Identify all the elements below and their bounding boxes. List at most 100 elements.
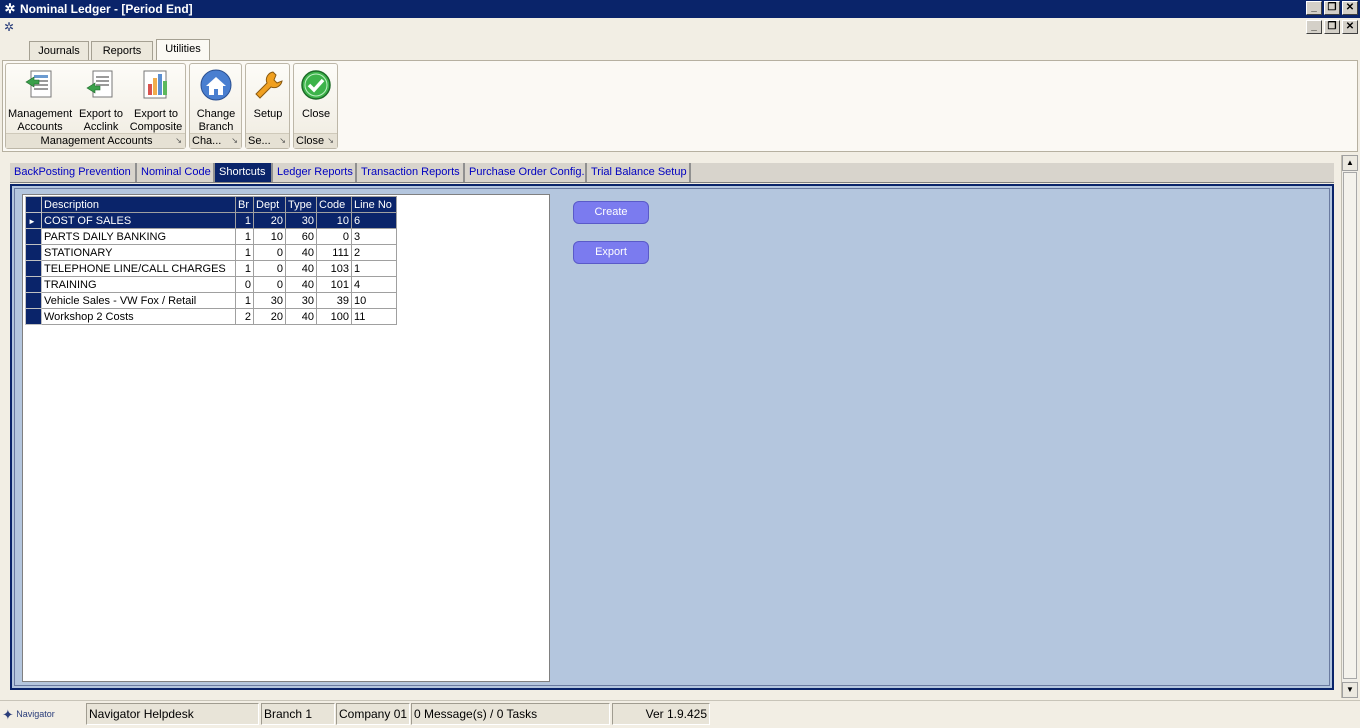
cell-code[interactable]: 103 [316,260,352,277]
scroll-up-icon[interactable]: ▲ [1342,155,1358,171]
group-change-branch: Change Branch Cha... ↘ [189,63,242,149]
table-row[interactable]: ► COST OF SALES 1 20 30 10 6 [25,212,397,229]
cell-dept[interactable]: 0 [253,276,286,293]
cell-br[interactable]: 1 [235,212,254,229]
minimize-icon[interactable]: _ [1306,1,1322,15]
cell-dept[interactable]: 20 [253,212,286,229]
row-indicator[interactable] [25,244,42,261]
cell-dept[interactable]: 0 [253,244,286,261]
cell-code[interactable]: 0 [316,228,352,245]
cell-type[interactable]: 40 [285,244,317,261]
cell-line-no[interactable]: 6 [351,212,397,229]
dialog-launcher-icon[interactable]: ↘ [175,134,182,148]
col-code[interactable]: Code [316,196,352,213]
row-indicator[interactable] [25,260,42,277]
change-branch-button[interactable]: Change Branch [191,66,241,133]
row-indicator[interactable] [25,292,42,309]
close-icon[interactable]: ✕ [1342,1,1358,15]
row-indicator[interactable] [25,308,42,325]
cell-code[interactable]: 111 [316,244,352,261]
ribbon-tabs: Journals Reports Utilities [0,38,1360,60]
scroll-down-icon[interactable]: ▼ [1342,682,1358,698]
mdi-minimize-icon[interactable]: _ [1306,20,1322,34]
table-row[interactable]: Workshop 2 Costs 2 20 40 100 11 [25,308,397,325]
cell-description[interactable]: Workshop 2 Costs [41,308,236,325]
create-button[interactable]: Create [573,201,649,224]
col-dept[interactable]: Dept [253,196,286,213]
cell-dept[interactable]: 0 [253,260,286,277]
tab-trial-balance-setup[interactable]: Trial Balance Setup [587,163,691,182]
ribbon-tab-reports[interactable]: Reports [91,41,153,60]
cell-code[interactable]: 101 [316,276,352,293]
cell-type[interactable]: 40 [285,308,317,325]
row-indicator[interactable] [25,276,42,293]
cell-description[interactable]: TELEPHONE LINE/CALL CHARGES [41,260,236,277]
col-description[interactable]: Description [41,196,236,213]
cell-code[interactable]: 100 [316,308,352,325]
tab-transaction-reports[interactable]: Transaction Reports [357,163,465,182]
ribbon-tab-journals[interactable]: Journals [29,41,89,60]
row-indicator[interactable] [25,228,42,245]
cell-dept[interactable]: 30 [253,292,286,309]
export-composite-button[interactable]: Export to Composite [128,66,184,133]
cell-line-no[interactable]: 1 [351,260,397,277]
mdi-restore-icon[interactable]: ❐ [1324,20,1340,34]
table-row[interactable]: TELEPHONE LINE/CALL CHARGES 1 0 40 103 1 [25,260,397,277]
cell-br[interactable]: 1 [235,228,254,245]
cell-dept[interactable]: 20 [253,308,286,325]
row-indicator[interactable]: ► [25,212,42,229]
cell-line-no[interactable]: 4 [351,276,397,293]
cell-br[interactable]: 0 [235,276,254,293]
cell-code[interactable]: 39 [316,292,352,309]
cell-type[interactable]: 30 [285,212,317,229]
table-row[interactable]: TRAINING 0 0 40 101 4 [25,276,397,293]
dialog-launcher-icon[interactable]: ↘ [327,134,334,148]
inner-tab-strip: BackPosting Prevention Nominal Code Shor… [10,163,1334,183]
cell-line-no[interactable]: 11 [351,308,397,325]
table-row[interactable]: STATIONARY 1 0 40 111 2 [25,244,397,261]
dialog-launcher-icon[interactable]: ↘ [231,134,238,148]
table-row[interactable]: PARTS DAILY BANKING 1 10 60 0 3 [25,228,397,245]
tab-nominal-code[interactable]: Nominal Code [137,163,215,182]
dialog-launcher-icon[interactable]: ↘ [279,134,286,148]
mdi-close-icon[interactable]: ✕ [1342,20,1358,34]
cell-description[interactable]: PARTS DAILY BANKING [41,228,236,245]
cell-line-no[interactable]: 10 [351,292,397,309]
cell-description[interactable]: COST OF SALES [41,212,236,229]
col-type[interactable]: Type [285,196,317,213]
col-br[interactable]: Br [235,196,254,213]
scroll-thumb[interactable] [1343,172,1357,679]
cell-type[interactable]: 40 [285,260,317,277]
cell-type[interactable]: 40 [285,276,317,293]
tab-purchase-order-config[interactable]: Purchase Order Config. [465,163,587,182]
ribbon-tab-utilities[interactable]: Utilities [156,39,210,60]
tab-shortcuts[interactable]: Shortcuts [215,163,273,182]
cell-br[interactable]: 1 [235,244,254,261]
management-accounts-button[interactable]: Management Accounts [8,66,72,133]
cell-line-no[interactable]: 3 [351,228,397,245]
export-acclink-button[interactable]: Export to Acclink [74,66,128,133]
cell-description[interactable]: STATIONARY [41,244,236,261]
mdi-app-icon[interactable]: ✲ [4,20,18,34]
cell-br[interactable]: 1 [235,260,254,277]
setup-button[interactable]: Setup [247,66,289,132]
cell-code[interactable]: 10 [316,212,352,229]
tab-ledger-reports[interactable]: Ledger Reports [273,163,357,182]
cell-type[interactable]: 30 [285,292,317,309]
status-messages[interactable]: 0 Message(s) / 0 Tasks [411,703,610,725]
cell-br[interactable]: 2 [235,308,254,325]
close-button[interactable]: Close [295,66,337,132]
shortcuts-grid[interactable]: Description Br Dept Type Code Line No ► … [22,194,550,682]
export-button[interactable]: Export [573,241,649,264]
cell-type[interactable]: 60 [285,228,317,245]
col-line-no[interactable]: Line No [351,196,397,213]
restore-icon[interactable]: ❐ [1324,1,1340,15]
cell-description[interactable]: Vehicle Sales - VW Fox / Retail [41,292,236,309]
tab-backposting-prevention[interactable]: BackPosting Prevention [10,163,137,182]
cell-description[interactable]: TRAINING [41,276,236,293]
cell-dept[interactable]: 10 [253,228,286,245]
vertical-scrollbar[interactable]: ▲ ▼ [1341,155,1358,698]
table-row[interactable]: Vehicle Sales - VW Fox / Retail 1 30 30 … [25,292,397,309]
cell-line-no[interactable]: 2 [351,244,397,261]
cell-br[interactable]: 1 [235,292,254,309]
